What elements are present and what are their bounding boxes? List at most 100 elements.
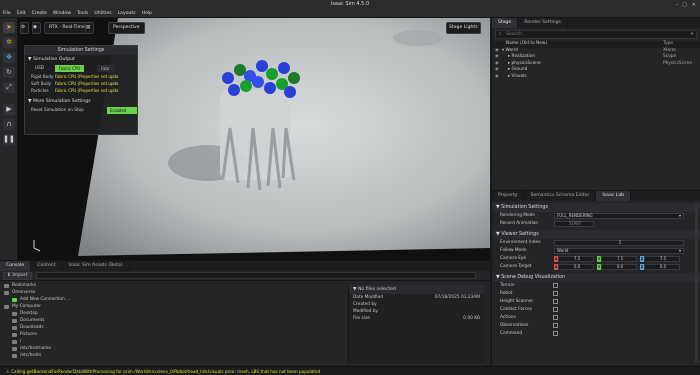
folder-icon [12, 311, 17, 316]
debug-terrain-checkbox[interactable] [553, 283, 558, 288]
tab-isaac-assets[interactable]: Isaac Sim Assets (Beta) [63, 261, 130, 271]
info-created-row: Created by [353, 302, 377, 307]
tree-my-computer[interactable]: My Computer [0, 303, 300, 310]
display-icon[interactable]: ▤ [85, 22, 94, 34]
debug-command-checkbox[interactable] [553, 331, 558, 336]
record-animation-row: Record Animation START [492, 220, 700, 228]
debug-observations-checkbox[interactable] [553, 323, 558, 328]
snap-icon[interactable]: ∩ [3, 119, 15, 130]
eye-icon[interactable]: ◉ [32, 22, 41, 34]
folder-icon [12, 318, 17, 323]
camera-eye-z[interactable]: 7.5 [644, 256, 680, 262]
computer-icon [4, 304, 9, 309]
tree-etc-hostname[interactable]: /etc/hostname [0, 345, 300, 352]
viewer-settings-section[interactable]: ▼ Viewer Settings [492, 230, 700, 239]
cloud-icon [4, 290, 9, 295]
reset-enabled-toggle[interactable]: Enabled [107, 107, 137, 114]
left-toolbar: ➤ ✲ ✥ ↻ ⤢ ▶ ∩ ❚❚ [0, 18, 18, 260]
tree-root[interactable]: / [0, 338, 300, 345]
debug-contact-forces-checkbox[interactable] [553, 307, 558, 312]
folder-icon [12, 353, 17, 358]
menu-tools[interactable]: Tools [77, 11, 88, 16]
tab-render-settings[interactable]: Render Settings [518, 18, 568, 28]
menu-window[interactable]: Window [53, 11, 71, 16]
filter-icon[interactable]: ▾ [691, 31, 693, 38]
content-path-input[interactable] [36, 272, 476, 279]
rendering-mode-row: Rendering Mode FULL_RENDERING ▾ [492, 212, 700, 220]
render-mode-button[interactable]: RTX - Real-Time [44, 22, 90, 34]
rotate-tool-icon[interactable]: ↻ [3, 67, 15, 78]
visibility-icon[interactable]: ◉ [495, 74, 499, 81]
debug-observations-row: Observations [492, 322, 700, 330]
tree-bookmarks[interactable]: Bookmarks [0, 282, 300, 289]
record-start-button[interactable]: START [554, 221, 594, 227]
camera-button[interactable]: Perspective [108, 22, 145, 34]
info-size-row: File size 0.00 KB [353, 316, 480, 321]
tree-add-connection[interactable]: Add New Connection ... [0, 296, 300, 303]
sim-settings-section[interactable]: ▼ Simulation Settings [492, 203, 700, 212]
menu-layouts[interactable]: Layouts [118, 11, 136, 16]
status-bar: ⚠ Calling getBackendForRenderDataWithPro… [0, 366, 700, 375]
sim-panel-title: Simulation Settings [25, 46, 137, 55]
camera-target-row: Camera Target X 0.0 Y 0.0 Z 0.0 [492, 263, 700, 271]
tab-semantics-editor[interactable]: Semantics Schema Editor [524, 191, 597, 201]
pause-icon[interactable]: ❚❚ [3, 134, 15, 145]
camera-target-y[interactable]: 0.0 [601, 264, 637, 270]
more-sim-section[interactable]: ▼ More Simulation Settings [25, 97, 137, 106]
physics-tool-icon[interactable]: ✲ [3, 37, 15, 48]
search-icon: ⌕ [499, 32, 502, 37]
stage-row-visuals[interactable]: ◉ ▸ Visuals [492, 74, 700, 81]
follow-mode-select[interactable]: World ▾ [554, 248, 684, 254]
sim-output-section[interactable]: ▼ Simulation Output [25, 55, 137, 64]
stage-search-input[interactable]: ⌕ Search ▾ [495, 30, 697, 39]
import-button[interactable]: ⬇ Import [3, 272, 32, 280]
camera-eye-y[interactable]: 7.5 [601, 256, 637, 262]
folder-icon [12, 346, 17, 351]
debug-height-scanner-checkbox[interactable] [553, 299, 558, 304]
tree-downloads[interactable]: Downloads [0, 324, 300, 331]
menu-file[interactable]: File [3, 11, 11, 16]
info-date-row: Date Modified 07/18/2025 01:23AM [353, 295, 480, 300]
status-message: Calling getBackendForRenderDataWithProce… [11, 369, 321, 374]
tab-stage[interactable]: Stage [492, 18, 519, 28]
fabric-cpu-button[interactable]: Fabric CPU [55, 65, 85, 72]
stage-lights-button[interactable]: Stage Lights [446, 22, 481, 34]
menu-utilities[interactable]: Utilities [94, 11, 111, 16]
content-toolbar: ⬇ Import [0, 271, 490, 281]
debug-vis-section[interactable]: ▼ Scene Debug Visualization [492, 273, 700, 282]
particles-row: Particles Fabric CPU (Properties not upda [31, 88, 119, 93]
camera-eye-row: Camera Eye X 7.5 Y 7.5 Z 7.5 [492, 255, 700, 263]
tab-isaac-lab[interactable]: Isaac Lab [596, 191, 632, 201]
tab-console[interactable]: Console [0, 261, 32, 271]
play-icon[interactable]: ▶ [3, 104, 15, 115]
move-tool-icon[interactable]: ✥ [3, 52, 15, 63]
tree-desktop[interactable]: Desktop [0, 310, 300, 317]
debug-actions-checkbox[interactable] [553, 315, 558, 320]
camera-target-x[interactable]: 0.0 [558, 264, 594, 270]
rigid-body-row: Rigid Body Fabric CPU (Properties not upd… [31, 74, 119, 79]
tree-etc-hosts[interactable]: /etc/hosts [0, 352, 300, 359]
camera-target-z[interactable]: 0.0 [644, 264, 680, 270]
camera-eye-x[interactable]: 7.5 [558, 256, 594, 262]
fabric-gpu-button[interactable]: Fabr [97, 65, 114, 72]
menu-edit[interactable]: Edit [17, 11, 26, 16]
select-tool-icon[interactable]: ➤ [3, 22, 15, 33]
tree-documents[interactable]: Documents [0, 317, 300, 324]
viewport[interactable]: ⚙ ◉ RTX - Real-Time ▤ Perspective Stage … [18, 18, 490, 260]
scale-tool-icon[interactable]: ⤢ [3, 82, 15, 93]
props-scrollbar[interactable] [695, 203, 698, 363]
tree-pictures[interactable]: Pictures [0, 331, 300, 338]
tree-omniverse[interactable]: Omniverse [0, 289, 300, 296]
folder-icon [12, 332, 17, 337]
tab-content[interactable]: Content [31, 261, 63, 271]
env-index-input[interactable]: 1 [554, 240, 684, 246]
settings-icon[interactable]: ⚙ [20, 22, 29, 34]
debug-height-scanner-row: Height Scanner [492, 298, 700, 306]
debug-actions-row: Actions [492, 314, 700, 322]
tab-property[interactable]: Property [492, 191, 525, 201]
menu-create[interactable]: Create [32, 11, 47, 16]
debug-robot-checkbox[interactable] [553, 291, 558, 296]
window-title: Isaac Sim 4.5.0 [330, 1, 370, 7]
menu-help[interactable]: Help [142, 11, 152, 16]
rendering-mode-select[interactable]: FULL_RENDERING ▾ [554, 213, 684, 219]
